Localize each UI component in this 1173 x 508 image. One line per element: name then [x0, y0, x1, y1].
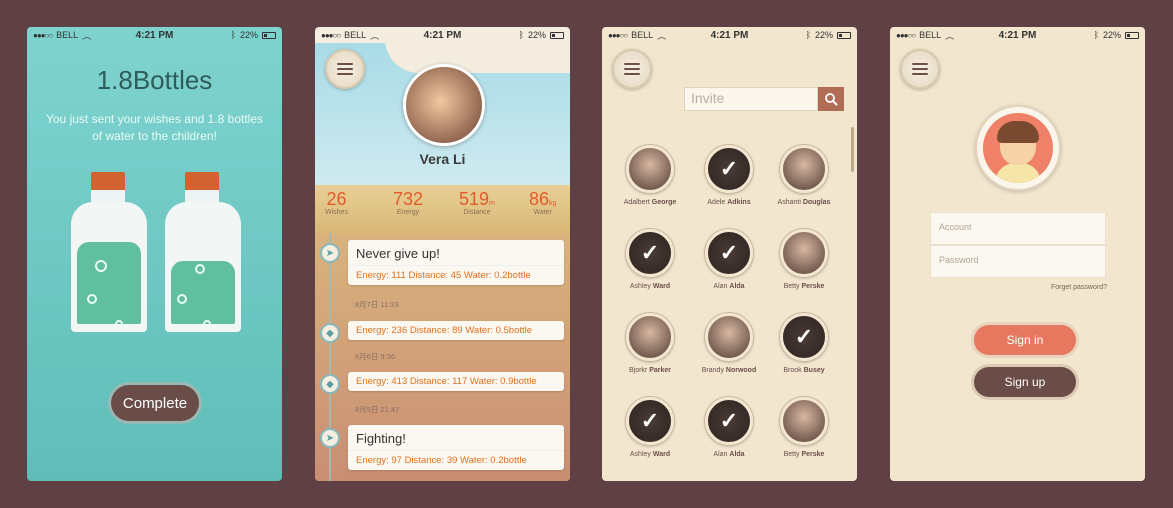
scrollbar[interactable] — [851, 127, 854, 172]
contact-item[interactable]: Betty Perske — [766, 397, 842, 458]
menu-button[interactable] — [325, 49, 365, 89]
contact-item[interactable]: Adalbert George — [612, 145, 688, 206]
checkmark-icon: ✓ — [794, 324, 814, 349]
contact-name: Alan Alda — [713, 451, 745, 458]
contact-item[interactable]: ✓ Alan Alda — [691, 229, 767, 290]
checkmark-icon: ✓ — [719, 156, 739, 181]
contact-name: Ashley Ward — [629, 283, 671, 290]
contact-name: Brandy Norwood — [701, 367, 757, 374]
search-icon — [825, 93, 838, 106]
contact-selected-avatar[interactable]: ✓ — [705, 145, 753, 193]
contact-name: Ashanti Douglas — [777, 199, 831, 206]
invite-screen: ●●●○○ BELL ︵ 4:21 PM ᛒ 22% Invite Adalbert … — [602, 27, 857, 481]
bottles-subtitle: You just sent your wishes and 1.8 bottle… — [45, 112, 264, 143]
contact-name: Ashley Ward — [629, 451, 671, 458]
password-field[interactable]: Password — [930, 245, 1106, 278]
water-drop-icon: ◆ — [320, 374, 340, 394]
contact-name: Adalbert George — [623, 199, 677, 206]
status-bar: ●●●○○ BELL ︵ 4:21 PM ᛒ 22% — [27, 27, 282, 43]
battery-icon — [550, 31, 564, 39]
contact-avatar[interactable] — [780, 145, 828, 193]
contact-item[interactable]: ✓ Adele Adkins — [691, 145, 767, 206]
timeline-card[interactable]: Fighting! Energy: 97 Distance: 39 Water:… — [348, 425, 564, 470]
profile-screen: ●●●○○ BELL ︵ 4:21 PM ᛒ 22% Vera Li 26 Wishes… — [315, 27, 570, 481]
contact-name: Betty Perske — [783, 451, 825, 458]
timeline-date: 8月6日 9:36 — [355, 352, 396, 361]
login-screen: ●●●○○ BELL ︵ 4:21 PM ᛒ 22% Account Password… — [890, 27, 1145, 481]
battery-icon — [1125, 31, 1139, 39]
status-bar: ●●●○○ BELL ︵ 4:21 PM ᛒ 22% — [602, 27, 857, 43]
contact-avatar[interactable] — [626, 313, 674, 361]
menu-button[interactable] — [612, 49, 652, 89]
paper-plane-icon: ➤ — [320, 428, 340, 448]
paper-plane-icon: ➤ — [320, 243, 340, 263]
timeline-card[interactable]: Energy: 413 Distance: 117 Water: 0.9bott… — [348, 372, 564, 391]
stat-energy: 732 Energy — [393, 189, 424, 216]
contact-avatar[interactable] — [780, 397, 828, 445]
menu-button[interactable] — [900, 49, 940, 89]
contact-selected-avatar[interactable]: ✓ — [705, 229, 753, 277]
contact-name: Betty Perske — [783, 283, 825, 290]
contact-item[interactable]: ✓ Alan Alda — [691, 397, 767, 458]
status-bar: ●●●○○ BELL ︵ 4:21 PM ᛒ 22% — [315, 27, 570, 43]
contact-name: Adele Adkins — [707, 199, 751, 206]
contact-name: Alan Alda — [713, 283, 745, 290]
contact-item[interactable]: Brandy Norwood — [691, 313, 767, 374]
profile-name: Vera Li — [419, 151, 466, 167]
contact-avatar[interactable] — [626, 145, 674, 193]
search-input[interactable]: Invite — [684, 87, 818, 111]
checkmark-icon: ✓ — [719, 240, 739, 265]
sign-in-button[interactable]: Sign in — [974, 325, 1076, 355]
stat-distance: 519m Distance — [459, 189, 495, 216]
contact-selected-avatar[interactable]: ✓ — [780, 313, 828, 361]
stats-bar: 26 Wishes 732 Energy 519m Distance 86kg Wate… — [315, 185, 570, 233]
contact-name: Bjorkr Parker — [628, 367, 672, 374]
invite-search: Invite — [684, 87, 844, 111]
timeline-card[interactable]: Energy: 236 Distance: 89 Water: 0.5bottl… — [348, 321, 564, 340]
contact-avatar[interactable] — [780, 229, 828, 277]
checkmark-icon: ✓ — [640, 408, 660, 433]
contact-name: Brook Busey — [783, 367, 825, 374]
sign-up-button[interactable]: Sign up — [974, 367, 1076, 397]
search-button[interactable] — [818, 87, 844, 111]
contact-avatar[interactable] — [705, 313, 753, 361]
battery-icon — [837, 31, 851, 39]
avatar[interactable] — [403, 64, 485, 146]
user-avatar-icon — [983, 113, 1053, 183]
stat-wishes: 26 Wishes — [325, 189, 348, 216]
contact-item[interactable]: ✓ Brook Busey — [766, 313, 842, 374]
timeline-date: 8月5日 21:47 — [355, 405, 400, 414]
stat-water: 86kg Water — [529, 189, 557, 216]
contact-item[interactable]: Ashanti Douglas — [766, 145, 842, 206]
account-field[interactable]: Account — [930, 212, 1106, 245]
checkmark-icon: ✓ — [719, 408, 739, 433]
status-bar: ●●●○○ BELL ︵ 4:21 PM ᛒ 22% — [890, 27, 1145, 43]
contact-item[interactable]: Betty Perske — [766, 229, 842, 290]
complete-button[interactable]: Complete — [111, 385, 199, 421]
bottles-title: 1.8Bottles — [96, 65, 213, 95]
bottle-icon — [165, 172, 241, 334]
contact-selected-avatar[interactable]: ✓ — [626, 397, 674, 445]
contact-selected-avatar[interactable]: ✓ — [626, 229, 674, 277]
contact-item[interactable]: Bjorkr Parker — [612, 313, 688, 374]
bottles-screen: ●●●○○ BELL ︵ 4:21 PM ᛒ 22% 1.8Bottles You j… — [27, 27, 282, 481]
contact-item[interactable]: ✓ Ashley Ward — [612, 397, 688, 458]
avatar[interactable] — [975, 105, 1061, 191]
timeline-date: 8月7日 11:33 — [355, 300, 399, 309]
battery-icon — [262, 31, 276, 39]
bottle-icon — [71, 172, 147, 334]
contact-selected-avatar[interactable]: ✓ — [705, 397, 753, 445]
water-drop-icon: ◆ — [320, 323, 340, 343]
timeline-card[interactable]: Never give up! Energy: 111 Distance: 45 … — [348, 240, 564, 285]
forgot-password-link[interactable]: Forget password? — [1051, 284, 1107, 291]
contact-item[interactable]: ✓ Ashley Ward — [612, 229, 688, 290]
checkmark-icon: ✓ — [640, 240, 660, 265]
